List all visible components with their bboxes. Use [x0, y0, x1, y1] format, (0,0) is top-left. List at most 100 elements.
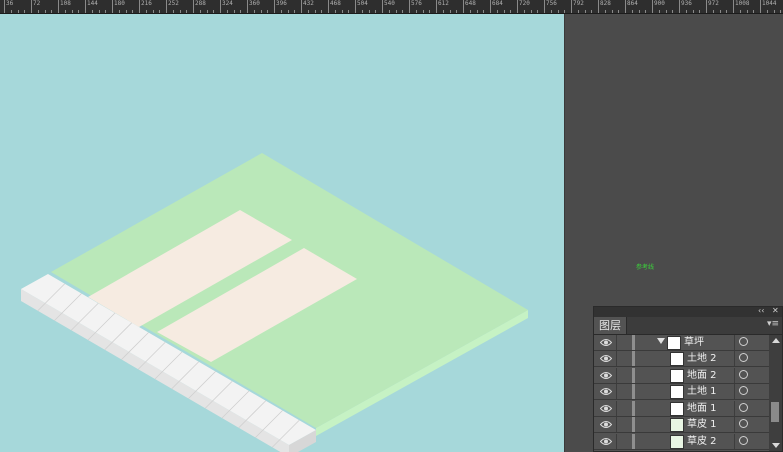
target-circle-icon[interactable]: [739, 419, 748, 428]
lock-toggle[interactable]: [616, 433, 631, 449]
eye-icon[interactable]: [600, 437, 612, 446]
ruler-minor-tick: [44, 10, 46, 13]
layer-row[interactable]: 草皮 1: [594, 417, 769, 433]
ruler-minor-tick: [665, 10, 667, 13]
ruler-minor-tick: [449, 10, 451, 13]
ruler-minor-tick: [179, 10, 181, 13]
ruler-label: 360: [249, 0, 260, 7]
ruler-minor-tick: [773, 10, 775, 13]
expand-triangle-icon[interactable]: [657, 338, 665, 344]
ruler-minor-tick: [631, 10, 633, 13]
close-icon[interactable]: ✕: [772, 306, 779, 315]
ruler-label: 72: [33, 0, 41, 7]
double-chevron-left-icon[interactable]: ‹‹: [758, 306, 764, 315]
ruler-minor-tick: [415, 10, 417, 13]
ruler-label: 180: [114, 0, 125, 7]
eye-icon[interactable]: [600, 404, 612, 413]
ruler-tick: [490, 0, 491, 13]
target-divider: [734, 433, 735, 449]
lock-toggle[interactable]: [616, 335, 631, 350]
scroll-thumb[interactable]: [771, 402, 779, 422]
lock-toggle[interactable]: [616, 384, 631, 399]
ruler-minor-tick: [726, 10, 728, 13]
ruler-minor-tick: [672, 10, 674, 13]
ruler-minor-tick: [564, 10, 566, 13]
ruler-minor-tick: [199, 10, 201, 13]
panel-scrollbar[interactable]: [769, 335, 782, 451]
ruler-minor-tick: [780, 10, 782, 13]
ruler-minor-tick: [638, 10, 640, 13]
lock-toggle[interactable]: [616, 367, 631, 383]
layer-thumbnail: [670, 418, 684, 432]
ruler-minor-tick: [591, 10, 593, 13]
ruler-tick: [139, 0, 140, 13]
ruler-minor-tick: [206, 10, 208, 13]
layer-name[interactable]: 土地 1: [687, 384, 717, 399]
ruler-minor-tick: [159, 10, 161, 13]
ruler-minor-tick: [287, 10, 289, 13]
ruler-tick: [328, 0, 329, 13]
ruler-minor-tick: [24, 10, 26, 13]
eye-icon[interactable]: [600, 420, 612, 429]
layer-name[interactable]: 土地 2: [687, 351, 717, 366]
tab-layers[interactable]: 图层: [594, 317, 627, 334]
ruler-label: 468: [330, 0, 341, 7]
lock-toggle[interactable]: [616, 351, 631, 366]
layer-color-bar: [632, 400, 635, 416]
artboard[interactable]: [0, 14, 564, 452]
ruler-minor-tick: [402, 10, 404, 13]
ruler-minor-tick: [334, 10, 336, 13]
layer-thumbnail: [670, 385, 684, 399]
layer-row[interactable]: 地面 2: [594, 367, 769, 384]
scroll-down-icon[interactable]: [772, 443, 780, 448]
ruler-tick: [112, 0, 113, 13]
ruler-minor-tick: [253, 10, 255, 13]
layers-panel[interactable]: ‹‹ ✕ 图层 ▾≡ 草坪 土地 2 地面 2 土地 1 地面 1 草皮 1 草皮 2: [593, 306, 783, 452]
panel-menu-icon[interactable]: ▾≡: [767, 319, 779, 329]
ruler-tick: [652, 0, 653, 13]
layer-row[interactable]: 地面 1: [594, 400, 769, 417]
layer-row[interactable]: 土地 1: [594, 384, 769, 400]
ruler-minor-tick: [91, 10, 93, 13]
layer-name[interactable]: 草坪: [684, 335, 704, 350]
ruler-tick: [355, 0, 356, 13]
layer-name[interactable]: 地面 1: [687, 401, 717, 416]
guide-label: 参考线: [636, 264, 655, 271]
ruler-label: 504: [357, 0, 368, 7]
layer-row-group[interactable]: 草坪: [594, 335, 769, 351]
target-circle-icon[interactable]: [739, 353, 748, 362]
ruler-tick: [463, 0, 464, 13]
eye-icon[interactable]: [600, 354, 612, 363]
target-circle-icon[interactable]: [739, 337, 748, 346]
ruler-label: 936: [681, 0, 692, 7]
ruler-label: 828: [600, 0, 611, 7]
ruler-minor-tick: [645, 10, 647, 13]
ruler-tick: [382, 0, 383, 13]
panel-title-bar[interactable]: ‹‹ ✕: [594, 306, 782, 317]
eye-icon[interactable]: [600, 371, 612, 380]
ruler-minor-tick: [422, 10, 424, 13]
lock-toggle[interactable]: [616, 417, 631, 432]
ruler-minor-tick: [611, 10, 613, 13]
horizontal-ruler[interactable]: 36 72 108 144 180 216 252 288 324 360 396 432 468 504…: [0, 0, 783, 14]
eye-icon[interactable]: [600, 387, 612, 396]
target-circle-icon[interactable]: [739, 386, 748, 395]
eye-icon[interactable]: [600, 338, 612, 347]
lock-toggle[interactable]: [616, 400, 631, 416]
ruler-tick: [166, 0, 167, 13]
scroll-up-icon[interactable]: [772, 338, 780, 343]
layer-row[interactable]: 草皮 2: [594, 433, 769, 450]
ruler-tick: [58, 0, 59, 13]
ruler-tick: [220, 0, 221, 13]
target-circle-icon[interactable]: [739, 369, 748, 379]
ruler-label: 756: [546, 0, 557, 7]
isometric-scene: [0, 14, 564, 452]
layer-row[interactable]: 土地 2: [594, 351, 769, 367]
layer-name[interactable]: 草皮 1: [687, 417, 717, 432]
ruler-tick: [301, 0, 302, 13]
target-circle-icon[interactable]: [739, 435, 748, 445]
layer-name[interactable]: 草皮 2: [687, 434, 717, 449]
layer-name[interactable]: 地面 2: [687, 368, 717, 383]
ruler-minor-tick: [604, 10, 606, 13]
target-circle-icon[interactable]: [739, 402, 748, 412]
